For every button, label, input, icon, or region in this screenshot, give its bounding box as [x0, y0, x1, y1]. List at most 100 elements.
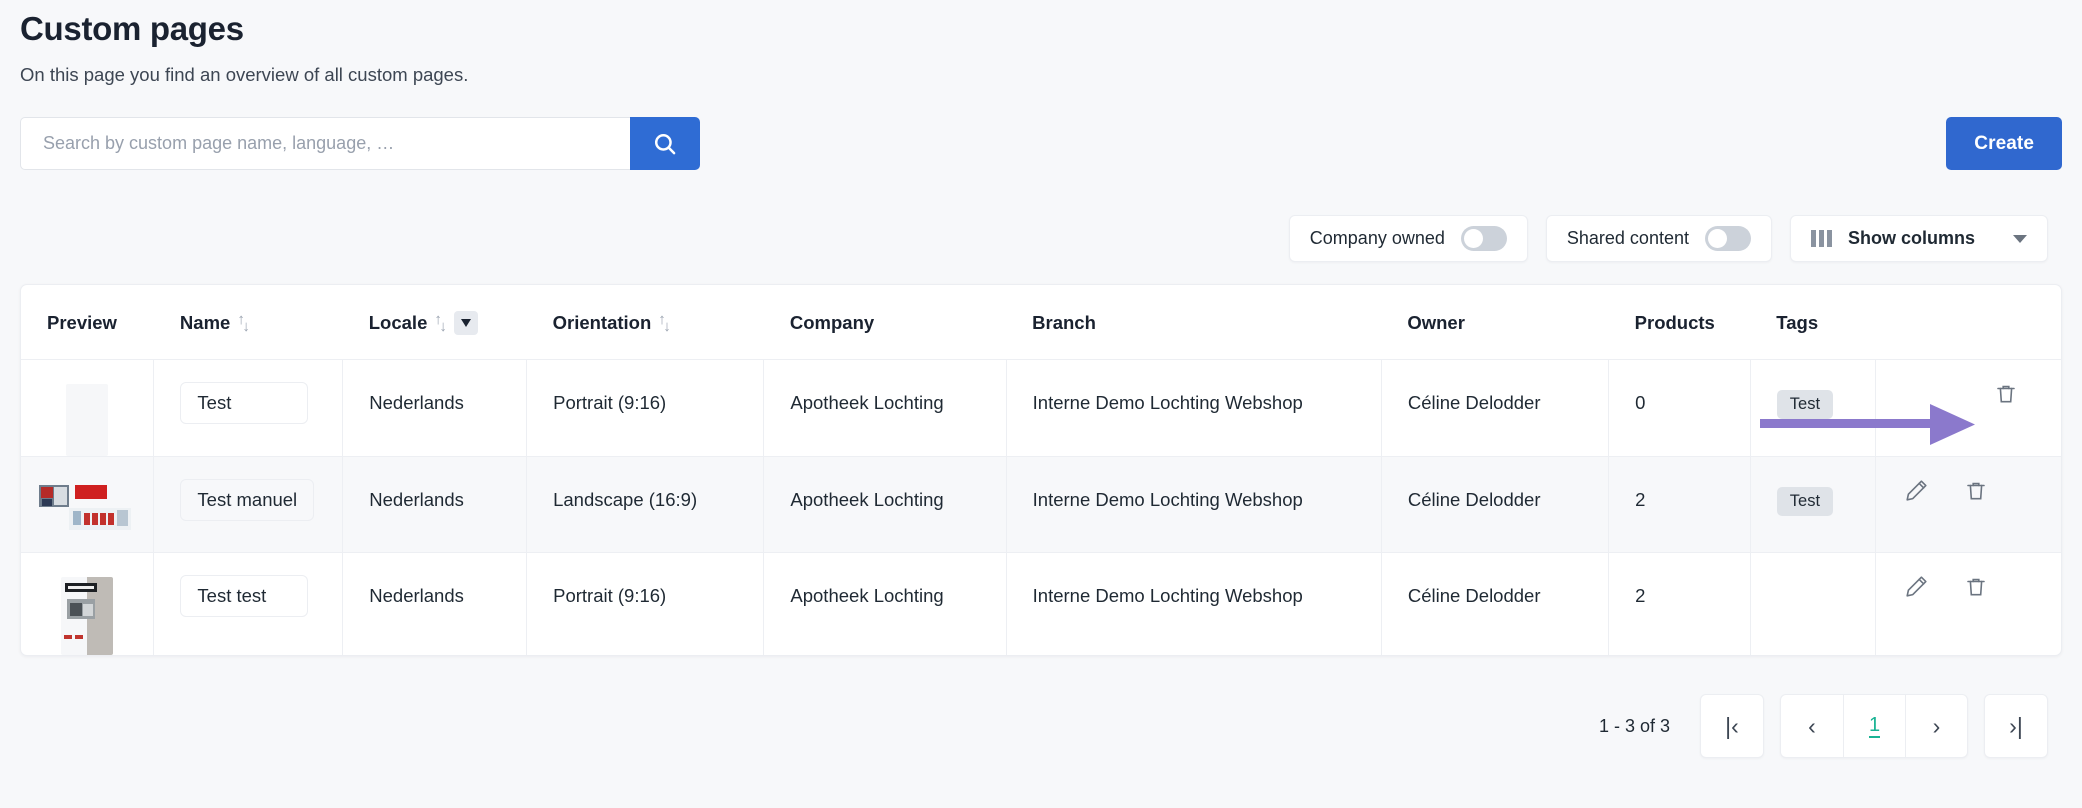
- column-label: Preview: [47, 312, 117, 333]
- cell-locale: Nederlands: [342, 456, 528, 553]
- column-header-products[interactable]: Products: [1608, 285, 1751, 360]
- cell-tags: [1750, 552, 1877, 655]
- edit-icon[interactable]: [1904, 575, 1928, 604]
- cell-branch: Interne Demo Lochting Webshop: [1006, 456, 1382, 553]
- cell-orientation: Portrait (9:16): [526, 552, 765, 655]
- preview-thumbnail[interactable]: [21, 575, 153, 655]
- cell-products: 2: [1608, 456, 1751, 553]
- column-label: Company: [789, 312, 875, 333]
- cell-name[interactable]: Test test: [153, 552, 344, 655]
- last-page-button[interactable]: ›|: [1985, 695, 2047, 757]
- cell-company: Apotheek Lochting: [763, 552, 1007, 655]
- delete-icon[interactable]: [1964, 575, 1988, 604]
- preview-portrait-blank: [66, 384, 109, 456]
- orientation-value: Portrait (9:16): [553, 585, 667, 606]
- cell-owner: Céline Delodder: [1381, 359, 1610, 457]
- custom-pages-page: Custom pages On this page you find an ov…: [0, 0, 2082, 808]
- column-header-branch[interactable]: Branch: [1006, 285, 1382, 360]
- column-header-company[interactable]: Company: [763, 285, 1007, 360]
- column-label: Orientation: [552, 312, 652, 333]
- preview-thumbnail[interactable]: [21, 382, 153, 456]
- company-owned-label: Company owned: [1309, 228, 1445, 248]
- delete-icon[interactable]: [1964, 479, 1988, 508]
- cell-preview: [21, 456, 155, 553]
- products-value: 2: [1635, 585, 1646, 606]
- show-columns-button[interactable]: Show columns: [1789, 215, 2048, 262]
- search-group: [20, 117, 700, 170]
- chevron-down-icon: [2013, 234, 2027, 243]
- preview-landscape-content: [39, 481, 135, 541]
- cell-locale: Nederlands: [342, 359, 528, 457]
- column-header-preview[interactable]: Preview: [21, 285, 154, 360]
- last-page-box: ›|: [1984, 694, 2048, 758]
- search-button[interactable]: [630, 117, 700, 170]
- custom-pages-table-card: Preview Name ↑ ↓ Locale ↑ ↓ Orientation …: [20, 284, 2062, 656]
- first-page-button[interactable]: |‹: [1701, 695, 1763, 757]
- search-input[interactable]: [20, 117, 630, 170]
- column-header-tags[interactable]: Tags: [1750, 285, 1876, 360]
- columns-icon: [1810, 230, 1832, 247]
- company-value: Apotheek Lochting: [790, 489, 944, 510]
- page-title: Custom pages: [20, 10, 244, 47]
- owner-value: Céline Delodder: [1407, 489, 1541, 510]
- shared-content-switch[interactable]: [1704, 226, 1751, 251]
- company-owned-switch[interactable]: [1460, 226, 1507, 251]
- table-toolbar: Company owned Shared content Show column…: [20, 215, 2062, 262]
- company-owned-toggle[interactable]: Company owned: [1288, 215, 1528, 262]
- sort-icon[interactable]: ↑ ↓: [237, 312, 250, 334]
- locale-value: Nederlands: [369, 392, 464, 413]
- products-value: 0: [1635, 392, 1646, 413]
- cell-branch: Interne Demo Lochting Webshop: [1006, 552, 1382, 655]
- prev-page-button[interactable]: ‹: [1781, 695, 1843, 757]
- cell-company: Apotheek Lochting: [763, 359, 1007, 457]
- cell-products: 2: [1608, 552, 1751, 655]
- name-field[interactable]: Test test: [180, 575, 309, 617]
- column-label: Owner: [1407, 312, 1465, 333]
- cell-locale: Nederlands: [342, 552, 528, 655]
- column-header-owner[interactable]: Owner: [1381, 285, 1609, 360]
- name-field[interactable]: Test: [180, 382, 309, 424]
- table-row[interactable]: Test manuel Nederlands Landscape (16:9) …: [21, 456, 2061, 553]
- next-page-button[interactable]: ›: [1905, 695, 1967, 757]
- cell-owner: Céline Delodder: [1381, 456, 1610, 553]
- preview-portrait-content: [61, 577, 114, 655]
- column-header-actions: [1875, 285, 2061, 360]
- sort-icon[interactable]: ↑ ↓: [434, 312, 447, 334]
- column-label: Products: [1634, 312, 1715, 333]
- table-row[interactable]: Test Nederlands Portrait (9:16) Apotheek…: [21, 359, 2061, 457]
- cell-preview: [21, 552, 155, 655]
- search-row: Create: [20, 117, 2062, 170]
- shared-content-toggle[interactable]: Shared content: [1545, 215, 1772, 262]
- table-header-row: Preview Name ↑ ↓ Locale ↑ ↓ Orientation …: [21, 285, 2061, 360]
- name-field[interactable]: Test manuel: [180, 479, 315, 521]
- cell-name[interactable]: Test manuel: [153, 456, 344, 553]
- delete-icon[interactable]: [1994, 382, 2018, 411]
- cell-actions: [1876, 553, 2061, 656]
- cell-orientation: Landscape (16:9): [526, 456, 765, 553]
- current-page-label: 1: [1868, 714, 1881, 738]
- column-header-orientation[interactable]: Orientation ↑ ↓: [526, 285, 764, 360]
- products-value: 2: [1635, 489, 1646, 510]
- cell-owner: Céline Delodder: [1381, 552, 1610, 655]
- cell-actions: [1875, 359, 2061, 457]
- tag-badge: Test: [1776, 487, 1834, 516]
- tag-badge: Test: [1776, 390, 1834, 419]
- preview-thumbnail[interactable]: [21, 479, 153, 541]
- column-header-name[interactable]: Name ↑ ↓: [153, 285, 343, 360]
- edit-icon[interactable]: [1904, 479, 1928, 508]
- filter-icon[interactable]: [454, 311, 479, 335]
- table-row[interactable]: Test test Nederlands Portrait (9:16) Apo…: [21, 552, 2061, 656]
- owner-value: Céline Delodder: [1407, 392, 1541, 413]
- locale-value: Nederlands: [369, 585, 464, 606]
- cell-actions: [1875, 456, 2061, 553]
- custom-pages-table: Preview Name ↑ ↓ Locale ↑ ↓ Orientation …: [21, 285, 2061, 655]
- sort-icon[interactable]: ↑ ↓: [658, 312, 671, 334]
- column-label: Name: [179, 312, 231, 333]
- cell-name[interactable]: Test: [153, 359, 344, 457]
- page-number-button[interactable]: 1: [1843, 695, 1905, 757]
- cell-preview: [21, 359, 155, 457]
- create-button[interactable]: Create: [1946, 117, 2062, 170]
- column-header-locale[interactable]: Locale ↑ ↓: [342, 285, 527, 360]
- cell-orientation: Portrait (9:16): [526, 359, 765, 457]
- cell-products: 0: [1608, 359, 1751, 457]
